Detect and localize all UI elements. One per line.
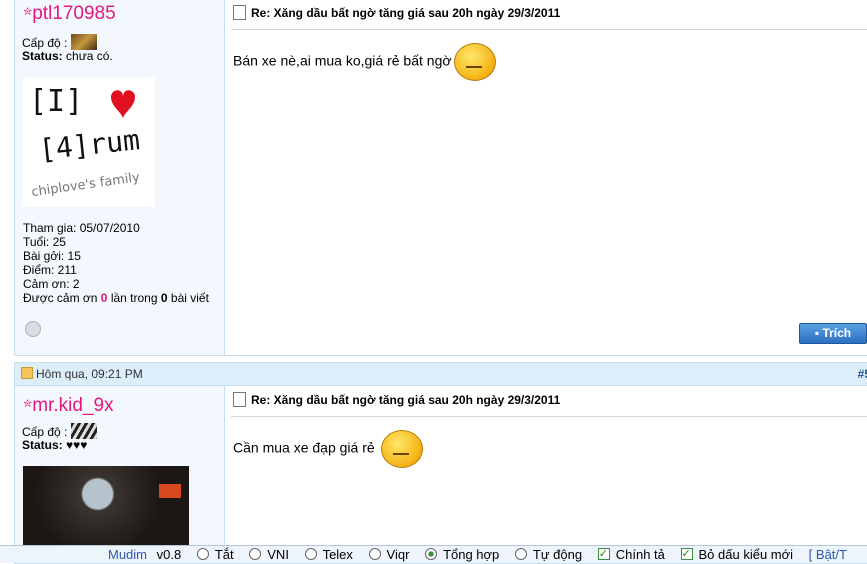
heart-icon (111, 90, 135, 119)
avatar (23, 466, 189, 546)
avatar-text-1: [I] (29, 84, 83, 119)
post-1: ✮ptl170985 Cấp độ : Status: chưa có. [I]… (14, 0, 867, 356)
post-content: Re: Xăng dầu bất ngờ tăng giá sau 20h ng… (225, 386, 867, 563)
status-row: Status: ♥♥♥ (22, 438, 88, 452)
post-title: Re: Xăng dầu bất ngờ tăng giá sau 20h ng… (233, 5, 560, 20)
radio-auto[interactable] (514, 548, 527, 560)
post-header: Hôm qua, 09:21 PM #5 (15, 363, 867, 386)
thanked-row: Được cảm ơn 0 lần trong 0 bài viết (23, 291, 209, 305)
post-2: Hôm qua, 09:21 PM #5 ✮mr.kid_9x Cấp độ :… (14, 362, 867, 564)
avatar-text-3: chiplove's family (31, 170, 141, 200)
radio-off[interactable] (196, 548, 209, 560)
avatar-text-2: [4]rum (37, 123, 141, 166)
post-message: Cần mua xe đạp giá rẻ (233, 430, 423, 468)
post-message: Bán xe nè,ai mua ko,giá rẻ bất ngờ (233, 43, 496, 81)
post-icon (21, 367, 33, 379)
title-divider (231, 29, 867, 30)
mode-combined[interactable]: Tổng hợp (425, 547, 505, 562)
mode-viqr[interactable]: Viqr (368, 547, 416, 562)
level-row: Cấp độ : (22, 34, 98, 50)
user-info-panel: ✮ptl170985 Cấp độ : Status: chưa có. [I]… (15, 0, 225, 355)
toggle-link[interactable]: [ Bật/T (809, 547, 847, 562)
mode-auto[interactable]: Tự động (514, 547, 588, 562)
quote-button[interactable]: ▪ Trích (799, 323, 867, 344)
spell-check[interactable]: Chính tả (597, 546, 671, 563)
smiley-icon (453, 43, 496, 81)
rank-image (71, 34, 98, 50)
title-divider (231, 416, 867, 417)
star-icon: ✮ (23, 6, 33, 18)
radio-vni[interactable] (249, 548, 262, 560)
level-row: Cấp độ : (22, 423, 98, 439)
post-number-link[interactable]: #5 (858, 363, 867, 385)
user-info-panel: ✮mr.kid_9x Cấp độ : Status: ♥♥♥ (15, 386, 225, 563)
radio-combined[interactable] (425, 548, 438, 560)
status-row: Status: chưa có. (22, 49, 113, 63)
avatar: [I] [4]rum chiplove's family (23, 77, 155, 207)
username-link[interactable]: ✮ptl170985 (23, 3, 116, 25)
spell-checkbox[interactable] (597, 546, 610, 563)
radio-telex[interactable] (304, 548, 317, 560)
username-link[interactable]: ✮mr.kid_9x (23, 395, 114, 417)
mudim-link[interactable]: Mudim v0.8 (108, 547, 187, 562)
smiley-icon (380, 430, 423, 468)
quote-icon: ▪ (814, 326, 820, 340)
post-date: Hôm qua, 09:21 PM (21, 363, 143, 385)
radio-viqr[interactable] (368, 548, 381, 560)
rank-image (71, 423, 98, 439)
mode-off[interactable]: Tắt (196, 547, 240, 562)
star-icon: ✮ (23, 398, 33, 410)
new-accent-style[interactable]: Bỏ dấu kiểu mới (680, 546, 800, 563)
mudim-status-bar: Mudim v0.8 Tắt VNI Telex Viqr Tổng hợp T… (0, 545, 867, 563)
post-title: Re: Xăng dầu bất ngờ tăng giá sau 20h ng… (233, 392, 560, 407)
post-content: Re: Xăng dầu bất ngờ tăng giá sau 20h ng… (225, 0, 867, 355)
mode-vni[interactable]: VNI (249, 547, 295, 562)
mode-telex[interactable]: Telex (304, 547, 359, 562)
document-icon (233, 392, 246, 407)
offline-status-icon (25, 321, 41, 337)
new-accent-checkbox[interactable] (680, 546, 693, 563)
document-icon (233, 5, 246, 20)
user-stats: Tham gia: 05/07/2010 Tuổi: 25 Bài gởi: 1… (23, 221, 209, 305)
